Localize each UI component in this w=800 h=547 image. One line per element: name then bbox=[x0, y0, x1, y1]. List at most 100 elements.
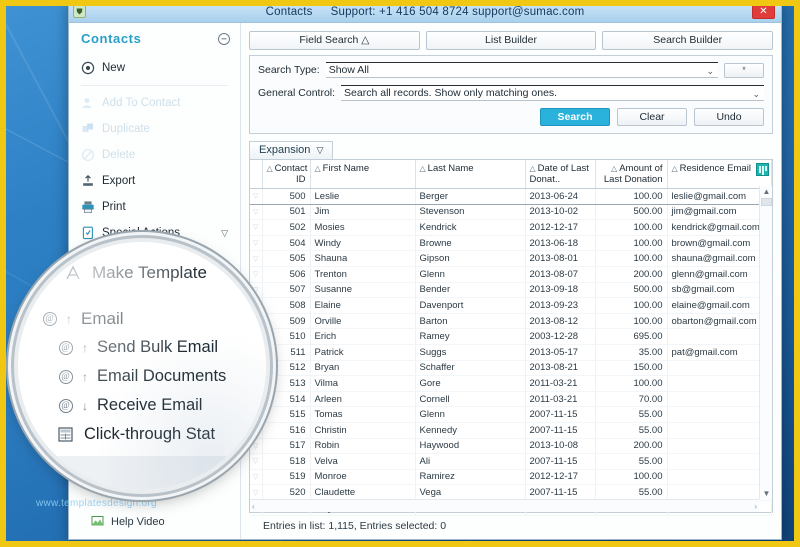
title-bar: ⛊ Contacts Support: +1 416 504 8724 supp… bbox=[69, 1, 781, 23]
window-title: Contacts bbox=[265, 5, 313, 18]
magnified-item-label: Email bbox=[81, 308, 124, 328]
expansion-tab[interactable]: Expansion ▽ bbox=[249, 141, 334, 159]
tab-field-search[interactable]: Field Search △ bbox=[249, 31, 420, 50]
header-first-name[interactable]: △ First Name bbox=[310, 160, 416, 189]
magnified-item-receive-email[interactable]: @ ↓ Receive Email bbox=[18, 391, 266, 420]
tab-list-builder[interactable]: List Builder bbox=[425, 31, 597, 50]
table-row[interactable]: ▽ 502 Mosies Kendrick 2012-12-17 100.00 kendri… bbox=[250, 219, 772, 236]
magnified-item-make-template[interactable]: Make Template bbox=[18, 256, 266, 290]
general-control-select[interactable]: Search all records. Show only matching o… bbox=[341, 85, 764, 101]
table-row[interactable]: ▽ 507 Susanne Bender 2013-09-18 500.00 sb@gmai… bbox=[250, 282, 772, 299]
scrollbar-thumb[interactable] bbox=[761, 198, 772, 206]
table-row[interactable]: ▽519MonroeRamirez2012-12-17100.00 bbox=[250, 469, 772, 486]
sort-asc-icon: △ bbox=[419, 164, 426, 173]
table-row[interactable]: ▽ 501 Jim Stevenson 2013-10-02 500.00 jim@gmai… bbox=[250, 204, 772, 221]
table-row[interactable]: ▽ 500 Leslie Berger 2013-06-24 100.00 leslie@g… bbox=[250, 188, 772, 205]
sort-asc-icon: △ bbox=[314, 164, 321, 173]
arrow-up-icon: ↑ bbox=[82, 369, 88, 384]
magnified-item-email-documents[interactable]: @ ↑ Email Documents bbox=[18, 362, 266, 391]
table-row[interactable]: ▽518VelvaAli2007-11-1555.00 bbox=[250, 453, 772, 470]
sort-asc-icon: △ bbox=[611, 164, 618, 173]
cell-date-of-last-donation: 2013-05-17 bbox=[525, 344, 596, 361]
cell-amount-of-last-donation: 100.00 bbox=[595, 313, 668, 330]
expansion-tab-label: Expansion bbox=[259, 144, 311, 156]
cell-date-of-last-donation: 2013-08-01 bbox=[525, 250, 596, 267]
vertical-scrollbar[interactable]: ▲ ▼ bbox=[759, 186, 772, 499]
search-type-star-button[interactable]: * bbox=[724, 62, 764, 78]
row-marker-icon[interactable]: ▽ bbox=[250, 219, 263, 236]
help-video-link[interactable]: Help Video bbox=[69, 515, 240, 529]
sidebar-item-export[interactable]: Export bbox=[69, 168, 240, 194]
chevron-down-icon: ⌄ bbox=[752, 89, 760, 99]
make-template-icon bbox=[64, 265, 83, 282]
cell-contact-id: 518 bbox=[262, 453, 311, 470]
table-row[interactable]: ▽ 506 Trenton Glenn 2013-08-07 200.00 glenn@gm… bbox=[250, 266, 772, 283]
search-button[interactable]: Search bbox=[540, 108, 610, 126]
cell-amount-of-last-donation: 100.00 bbox=[595, 250, 668, 267]
sort-asc-icon: △ bbox=[671, 164, 678, 173]
header-last-name[interactable]: △ Last Name bbox=[415, 160, 526, 189]
header-amount-of-last-donation[interactable]: △ Amount of Last Donation bbox=[595, 160, 668, 189]
table-row[interactable]: ▽511PatrickSuggs2013-05-1735.00pat@gmail… bbox=[250, 344, 772, 361]
collapse-icon[interactable] bbox=[218, 32, 230, 45]
sidebar-title: Contacts bbox=[81, 31, 142, 46]
undo-button[interactable]: Undo bbox=[694, 108, 764, 126]
row-marker-icon[interactable]: ▽ bbox=[250, 204, 263, 221]
cell-residence-email bbox=[667, 375, 772, 392]
magnified-item-email[interactable]: @ ↑ Email bbox=[18, 304, 266, 333]
table-row[interactable]: ▽514ArleenCornell2011-03-2170.00 bbox=[250, 391, 772, 408]
table-row[interactable]: ▽ 508 Elaine Davenport 2013-09-23 100.00 elain… bbox=[250, 297, 772, 314]
horizontal-scrollbar[interactable]: ‹ › bbox=[250, 499, 759, 512]
table-row[interactable]: ▽ 504 Windy Browne 2013-06-18 100.00 brown@gma… bbox=[250, 235, 772, 252]
hscroll-right-button[interactable]: › bbox=[754, 502, 757, 511]
contacts-table-container: △ Contact ID △ First Name △ Last Name △ Date… bbox=[249, 159, 773, 517]
magnified-item-click-through-stats[interactable]: Click-through Stat bbox=[18, 420, 266, 449]
cell-amount-of-last-donation: 35.00 bbox=[595, 344, 668, 361]
cell-first-name: Patrick bbox=[310, 344, 416, 361]
chart-grid-icon[interactable] bbox=[756, 163, 769, 176]
table-row[interactable]: ▽509OrvilleBarton2013-08-12100.00obarton… bbox=[250, 313, 772, 330]
scroll-up-button[interactable]: ▲ bbox=[760, 186, 773, 197]
watermark: www.templatesdesign.org bbox=[36, 498, 157, 509]
tab-search-builder[interactable]: Search Builder bbox=[602, 31, 774, 50]
clear-button[interactable]: Clear bbox=[617, 108, 687, 126]
general-control-label: General Control: bbox=[258, 87, 336, 99]
cell-first-name: Robin bbox=[310, 438, 416, 455]
arrow-down-icon: ↓ bbox=[82, 398, 88, 413]
table-row[interactable]: ▽ 516 Christin Kennedy 2007-11-15 55.00 bbox=[250, 422, 772, 439]
search-type-select[interactable]: Show All ⌄ bbox=[325, 62, 718, 78]
cell-date-of-last-donation: 2013-09-23 bbox=[525, 297, 596, 314]
cell-first-name: Shauna bbox=[310, 250, 416, 267]
close-button[interactable]: ✕ bbox=[752, 4, 775, 19]
cell-amount-of-last-donation: 200.00 bbox=[595, 266, 668, 283]
hscroll-left-button[interactable]: ‹ bbox=[252, 502, 255, 511]
cell-first-name: Vilma bbox=[310, 375, 416, 392]
cell-last-name: Kendrick bbox=[415, 219, 526, 236]
table-row[interactable]: ▽515TomasGlenn2007-11-1555.00 bbox=[250, 406, 772, 423]
header-label: Residence Email bbox=[679, 163, 751, 174]
cell-date-of-last-donation: 2013-09-18 bbox=[525, 282, 596, 299]
sidebar-item-label: Delete bbox=[102, 149, 136, 161]
chevron-down-icon: ▽ bbox=[316, 145, 324, 155]
table-row[interactable]: ▽510ErichRamey2003-12-28695.00 bbox=[250, 328, 772, 345]
special-actions-icon bbox=[81, 226, 95, 240]
sidebar-item-new[interactable]: New bbox=[69, 55, 240, 81]
table-row[interactable]: ▽ 505 Shauna Gipson 2013-08-01 100.00 shauna@g… bbox=[250, 250, 772, 267]
table-row[interactable]: ▽ 517 Robin Haywood 2013-10-08 200.00 bbox=[250, 438, 772, 455]
table-row[interactable]: ▽513VilmaGore2011-03-21100.00 bbox=[250, 375, 772, 392]
header-contact-id[interactable]: △ Contact ID bbox=[262, 160, 311, 189]
row-marker-icon[interactable]: ▽ bbox=[250, 188, 263, 205]
sidebar-item-duplicate: Duplicate bbox=[69, 116, 240, 142]
chevron-down-icon[interactable]: ▽ bbox=[221, 228, 228, 239]
sidebar-item-print[interactable]: Print bbox=[69, 194, 240, 220]
support-info: Support: +1 416 504 8724 support@sumac.c… bbox=[330, 5, 585, 18]
table-row[interactable]: ▽512BryanSchaffer2013-08-21150.00 bbox=[250, 360, 772, 377]
cell-date-of-last-donation: 2011-03-21 bbox=[525, 375, 596, 392]
status-bar: Entries in list: 1,115, Entries selected… bbox=[249, 513, 773, 539]
magnified-item-send-bulk-email[interactable]: @ ↑ Send Bulk Email bbox=[18, 333, 266, 362]
cell-contact-id: 516 bbox=[262, 422, 311, 439]
cell-amount-of-last-donation: 500.00 bbox=[595, 282, 668, 299]
search-type-row: Search Type: Show All ⌄ * bbox=[258, 62, 764, 78]
header-date-of-last-donation[interactable]: △ Date of Last Donat.. bbox=[525, 160, 596, 189]
scroll-down-button[interactable]: ▼ bbox=[760, 488, 773, 499]
